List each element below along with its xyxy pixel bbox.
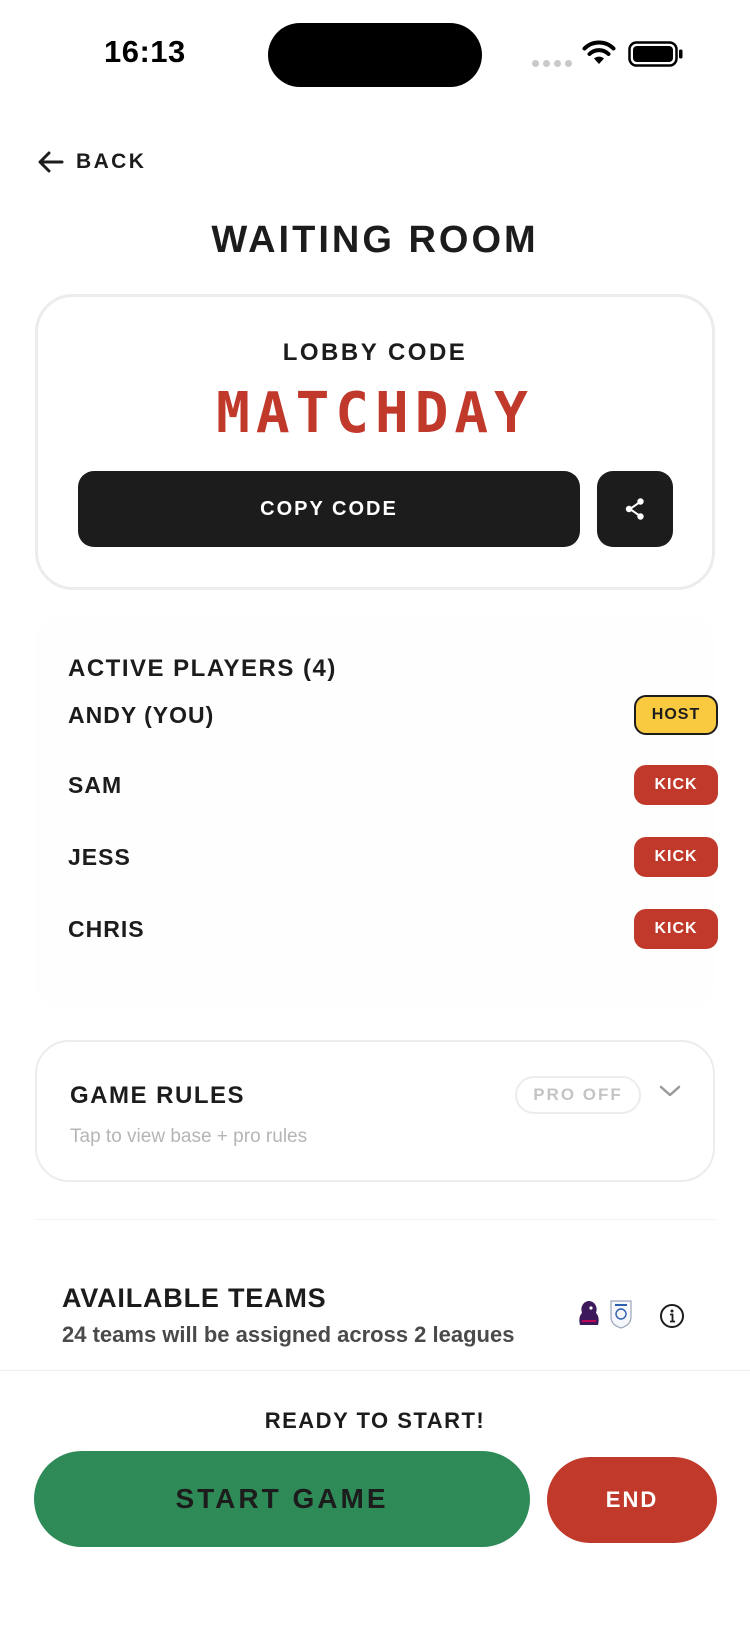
player-name: CHRIS bbox=[68, 915, 145, 942]
player-row-host: ANDY (YOU) HOST bbox=[68, 695, 718, 735]
lobby-code-label: LOBBY CODE bbox=[282, 339, 468, 366]
copy-code-button[interactable]: COPY CODE bbox=[78, 471, 580, 547]
wifi-icon bbox=[582, 40, 616, 64]
player-row: CHRIS KICK bbox=[68, 909, 718, 949]
kick-button[interactable]: KICK bbox=[634, 909, 718, 949]
available-teams-subtitle: 24 teams will be assigned across 2 leagu… bbox=[62, 1322, 515, 1347]
kick-button[interactable]: KICK bbox=[634, 765, 718, 805]
active-players-card: ACTIVE PLAYERS (4) ANDY (YOU) HOST SAM K… bbox=[35, 615, 718, 1010]
player-name: JESS bbox=[68, 843, 131, 870]
section-divider bbox=[35, 1219, 715, 1220]
dynamic-island bbox=[268, 23, 482, 87]
kick-button[interactable]: KICK bbox=[634, 837, 718, 877]
premier-league-logo-icon bbox=[579, 1301, 599, 1325]
game-rules-hint: Tap to view base + pro rules bbox=[70, 1126, 308, 1147]
efl-logo-icon bbox=[610, 1300, 632, 1329]
bottom-action-bar: READY TO START! START GAME END bbox=[0, 1370, 750, 1630]
waiting-room-screen: 16:13 BACK WAITING ROOM LOBBY CODE MATCH… bbox=[0, 0, 750, 1630]
host-badge: HOST bbox=[634, 695, 718, 735]
share-icon bbox=[625, 498, 644, 520]
back-button[interactable]: BACK bbox=[38, 150, 146, 174]
player-row: SAM KICK bbox=[68, 765, 718, 805]
available-teams-title: AVAILABLE TEAMS bbox=[62, 1283, 327, 1313]
player-row: JESS KICK bbox=[68, 837, 718, 877]
share-button[interactable] bbox=[597, 471, 673, 547]
back-label: BACK bbox=[76, 150, 147, 173]
ready-status: READY TO START! bbox=[264, 1408, 486, 1433]
status-time: 16:13 bbox=[104, 34, 186, 69]
game-rules-card[interactable]: GAME RULES Tap to view base + pro rules … bbox=[35, 1040, 715, 1182]
arrow-left-icon bbox=[38, 151, 64, 173]
cellular-signal-icon bbox=[532, 60, 572, 67]
active-players-title: ACTIVE PLAYERS (4) bbox=[68, 655, 337, 682]
page-title: WAITING ROOM bbox=[211, 219, 539, 261]
player-name: SAM bbox=[68, 771, 123, 798]
start-game-button[interactable]: START GAME bbox=[34, 1451, 530, 1547]
league-logos bbox=[576, 1299, 634, 1329]
game-rules-title: GAME RULES bbox=[70, 1082, 246, 1109]
lobby-code-value: MATCHDAY bbox=[216, 381, 534, 446]
lobby-code-card: LOBBY CODE MATCHDAY COPY CODE bbox=[35, 294, 715, 590]
battery-icon bbox=[628, 41, 683, 67]
chevron-down-icon[interactable] bbox=[658, 1082, 682, 1100]
end-lobby-button[interactable]: END bbox=[547, 1457, 717, 1543]
player-name: ANDY (YOU) bbox=[68, 701, 215, 728]
info-icon[interactable] bbox=[659, 1303, 685, 1329]
pro-mode-status-pill: PRO OFF bbox=[515, 1076, 641, 1114]
